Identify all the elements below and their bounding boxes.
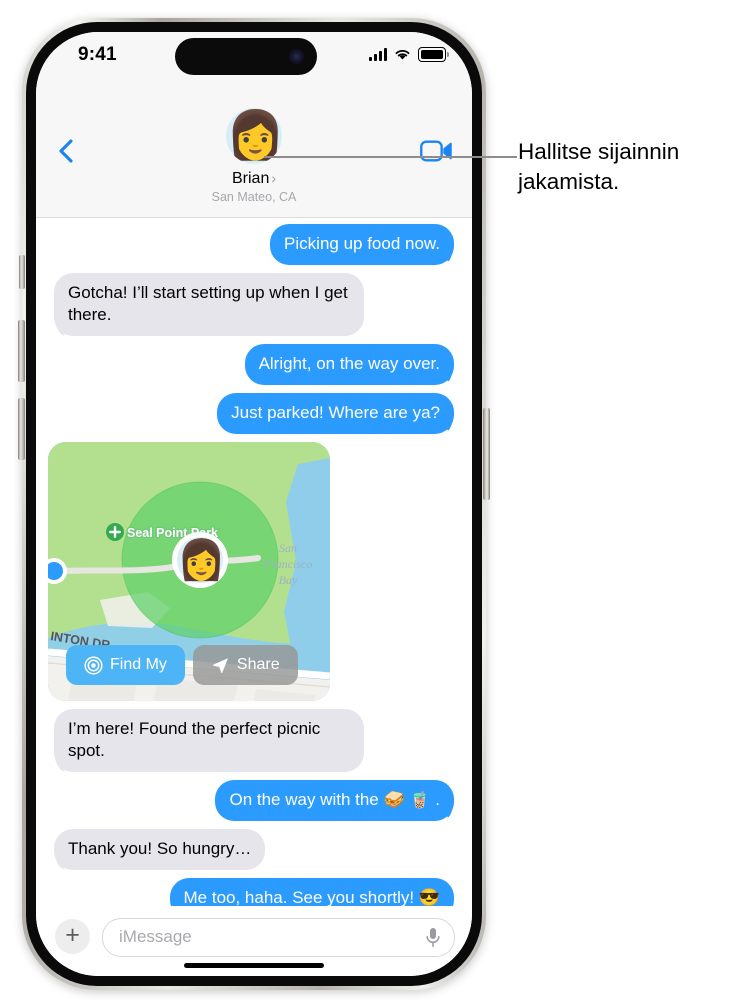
message-bubble-incoming[interactable]: Thank you! So hungry… xyxy=(54,829,266,870)
imessage-input[interactable]: iMessage xyxy=(102,918,455,957)
message-input-bar: + iMessage xyxy=(36,906,472,976)
video-camera-icon[interactable] xyxy=(420,138,453,164)
map-bay-label-2: Francisco xyxy=(263,557,313,571)
back-chevron-icon[interactable] xyxy=(52,136,82,166)
message-row: On the way with the 🥪 🧋 . xyxy=(48,780,460,821)
contact-name-row[interactable]: Brian › xyxy=(36,170,472,188)
contact-detail-chevron-icon: › xyxy=(271,170,277,186)
silent-switch-button[interactable] xyxy=(19,255,25,289)
phone-screen: 9:41 � xyxy=(36,32,472,976)
status-bar: 9:41 xyxy=(36,32,472,84)
signal-bars-icon xyxy=(369,48,387,61)
microphone-icon[interactable] xyxy=(425,927,441,948)
share-label: Share xyxy=(236,656,280,673)
side-power-button[interactable] xyxy=(483,408,490,500)
message-row: Alright, on the way over. xyxy=(48,344,460,385)
dynamic-island xyxy=(175,38,317,75)
message-row: Seal Point Park San Francisco Bay INTON … xyxy=(48,442,460,701)
front-camera-icon xyxy=(289,49,304,64)
message-row: Just parked! Where are ya? xyxy=(48,393,460,434)
wifi-icon xyxy=(395,50,410,60)
volume-down-button[interactable] xyxy=(18,398,25,460)
message-thread[interactable]: Picking up food now. Gotcha! I’ll start … xyxy=(36,218,472,936)
location-arrow-icon xyxy=(212,657,228,673)
location-share-map-bubble[interactable]: Seal Point Park San Francisco Bay INTON … xyxy=(48,442,330,701)
volume-up-button[interactable] xyxy=(18,320,25,382)
find-my-button[interactable]: Find My xyxy=(66,645,185,685)
message-bubble-incoming[interactable]: Gotcha! I’ll start setting up when I get… xyxy=(54,273,364,336)
contact-location: San Mateo, CA xyxy=(211,190,297,204)
message-bubble-incoming[interactable]: I’m here! Found the perfect picnic spot. xyxy=(54,709,364,772)
plus-icon[interactable]: + xyxy=(55,919,90,954)
home-indicator xyxy=(184,963,324,968)
share-location-button[interactable]: Share xyxy=(192,645,298,685)
find-my-label: Find My xyxy=(110,656,167,673)
map-pin-memoji: 👩 xyxy=(177,539,223,582)
map-action-buttons: Find My Share xyxy=(66,645,298,685)
contact-name: Brian xyxy=(231,170,270,187)
message-bubble-outgoing[interactable]: On the way with the 🥪 🧋 . xyxy=(215,780,454,821)
map-bay-label-1: San xyxy=(279,541,297,555)
status-bar-indicators xyxy=(369,47,449,62)
findmy-radar-icon xyxy=(84,655,103,675)
message-bubble-outgoing[interactable]: Just parked! Where are ya? xyxy=(217,393,454,434)
imessage-placeholder: iMessage xyxy=(119,927,192,946)
message-row: Thank you! So hungry… xyxy=(48,829,460,870)
screenshot-root: 9:41 � xyxy=(0,0,747,1008)
battery-icon xyxy=(418,47,449,62)
message-row: I’m here! Found the perfect picnic spot. xyxy=(48,709,460,772)
message-bubble-outgoing[interactable]: Picking up food now. xyxy=(270,224,454,265)
status-bar-clock: 9:41 xyxy=(78,44,117,65)
callout-text: Hallitse sijainnin jakamista. xyxy=(518,139,680,194)
map-bay-label-3: Bay xyxy=(279,573,298,587)
message-row: Gotcha! I’ll start setting up when I get… xyxy=(48,273,460,336)
conversation-header: 👩 Brian › San Mateo, CA xyxy=(36,84,472,218)
message-bubble-outgoing[interactable]: Alright, on the way over. xyxy=(244,344,454,385)
message-row: Picking up food now. xyxy=(48,224,460,265)
callout-leader-line xyxy=(264,156,517,158)
